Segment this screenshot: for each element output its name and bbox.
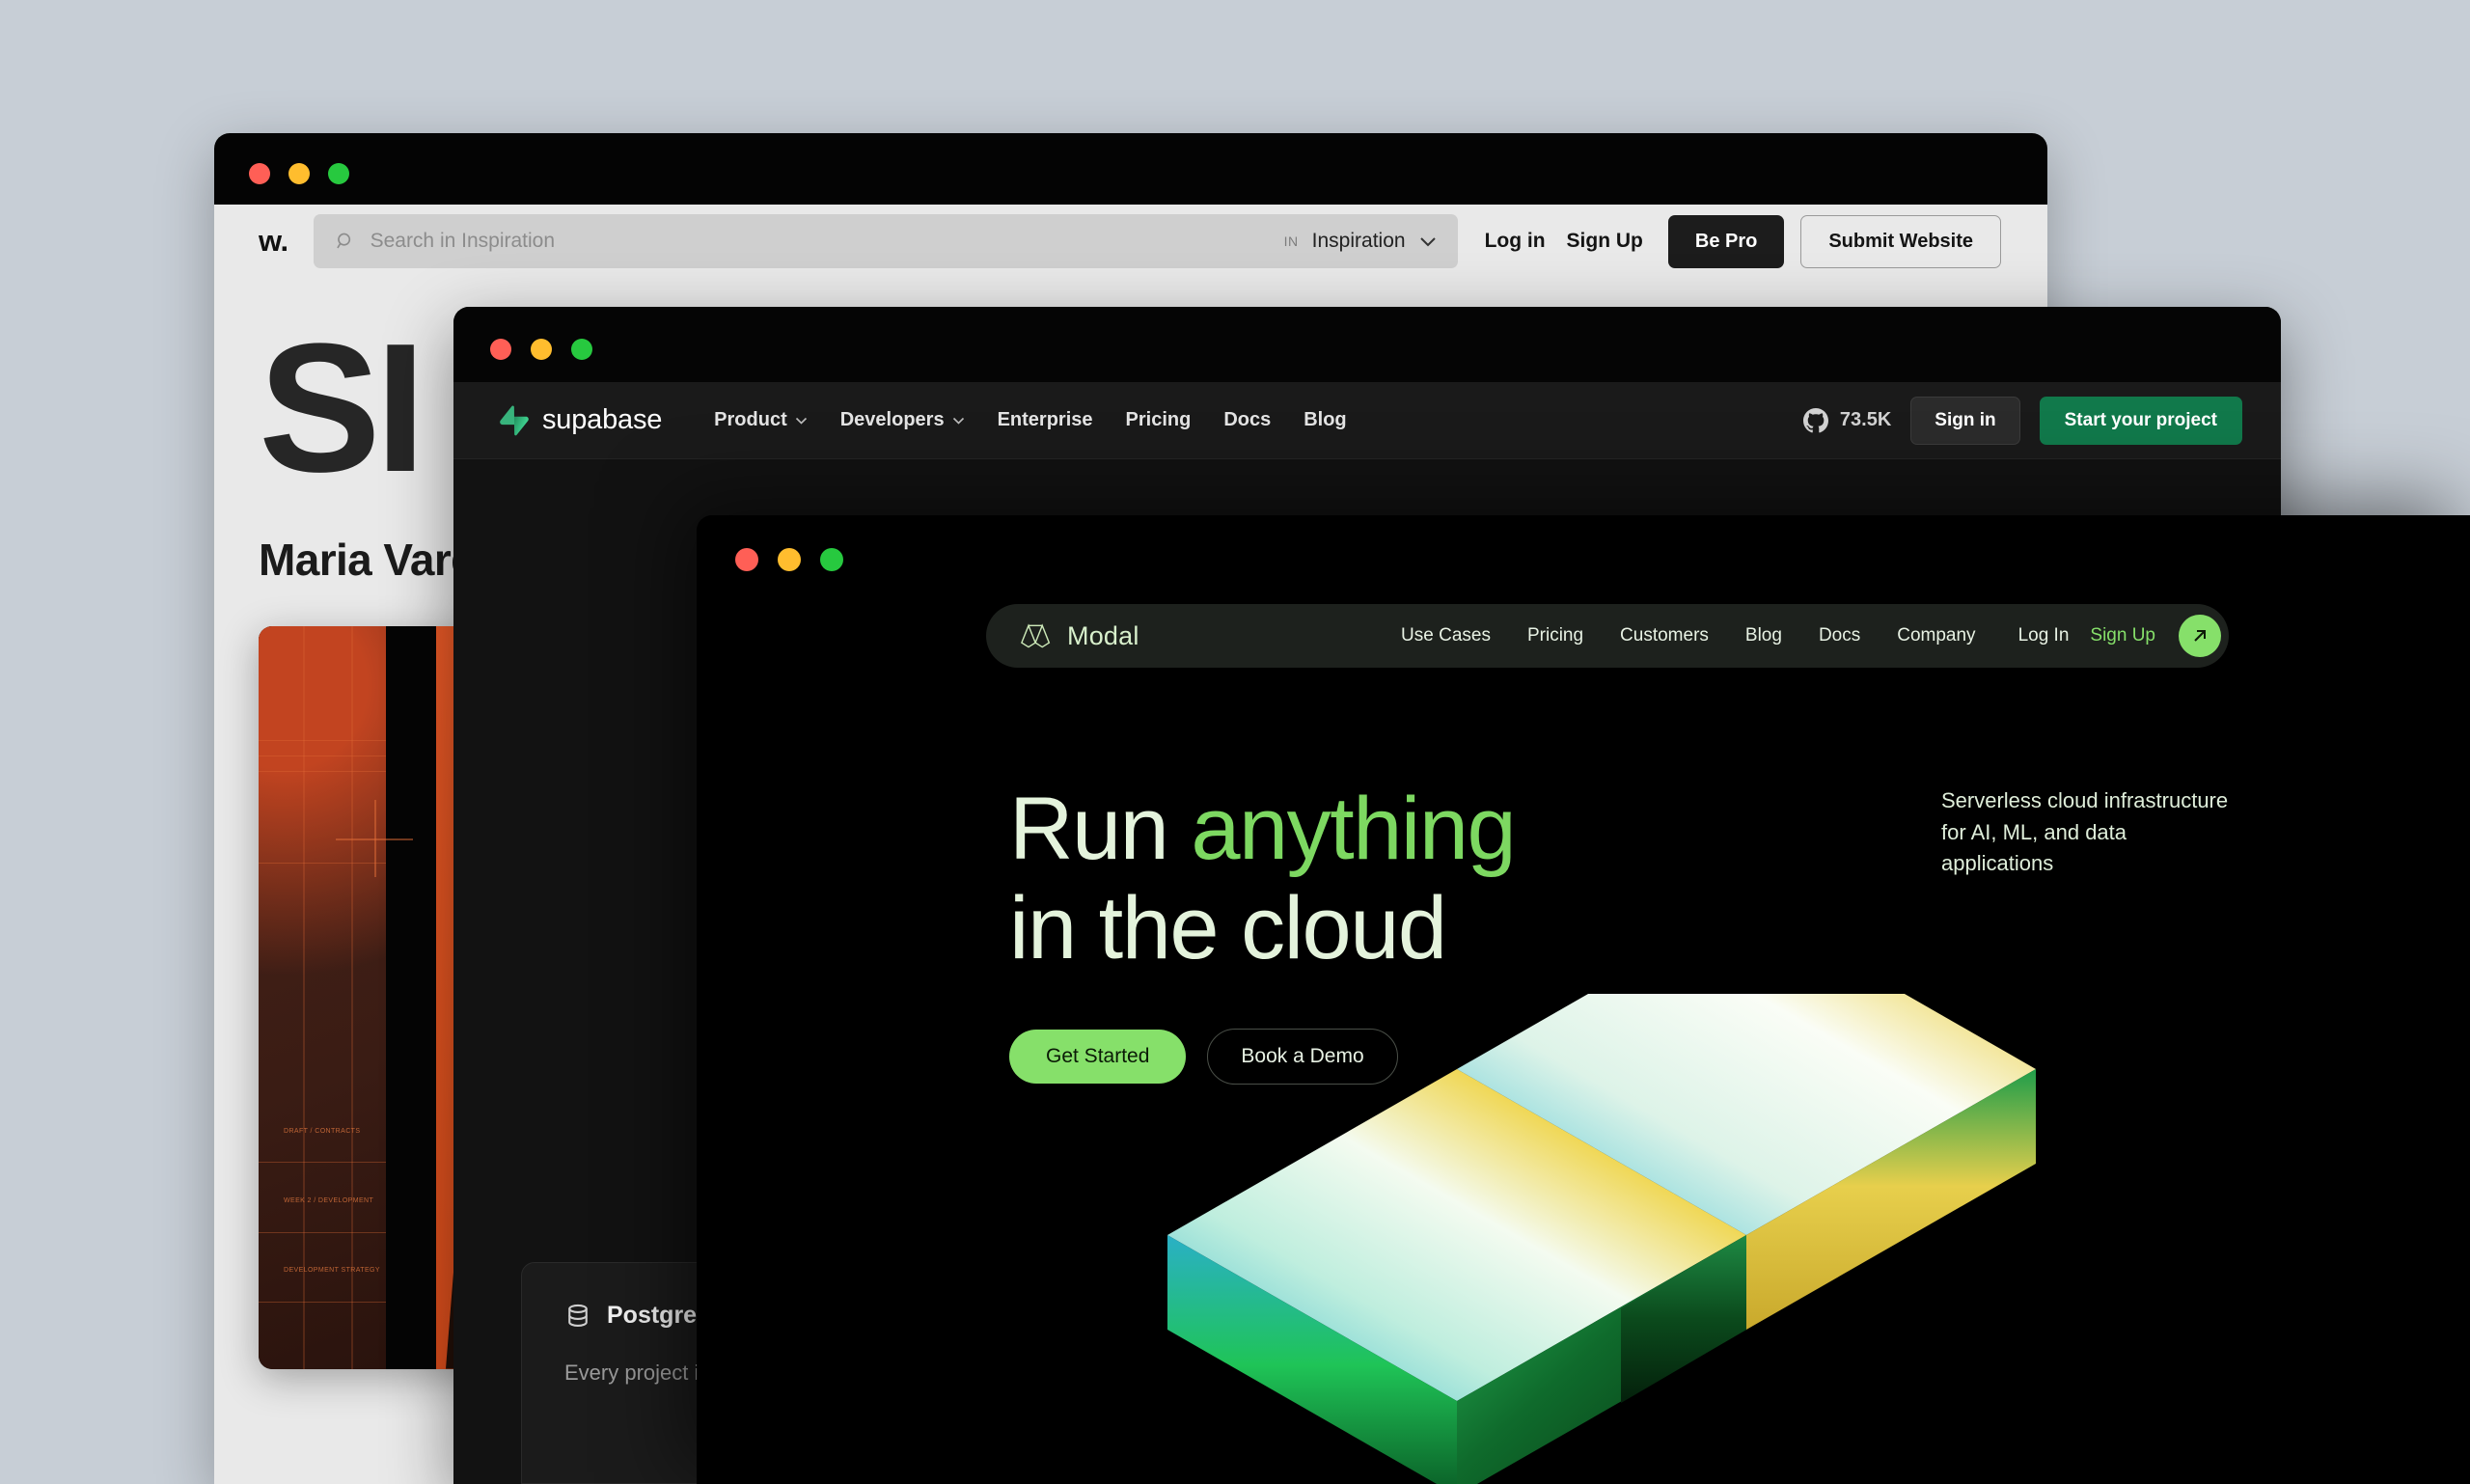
supabase-nav-actions: 73.5K Sign in Start your project <box>1802 396 2242 445</box>
gallery-logo[interactable]: w. <box>259 224 288 259</box>
search-icon <box>336 233 350 249</box>
book-a-demo-button[interactable]: Book a Demo <box>1207 1029 1398 1086</box>
filter-dropdown[interactable]: IN Inspiration <box>1266 214 1458 268</box>
sign-in-button[interactable]: Sign in <box>1910 396 2020 445</box>
supabase-traffic-lights <box>490 339 592 360</box>
arrow-up-right-icon <box>2194 630 2206 642</box>
filter-prefix: IN <box>1283 234 1299 249</box>
database-icon <box>568 1304 588 1327</box>
nav-item-docs[interactable]: Docs <box>1819 625 1860 646</box>
nav-item-pricing[interactable]: Pricing <box>1527 625 1583 646</box>
close-button-red[interactable] <box>249 163 270 184</box>
modal-nav-wrapper: Modal Use Cases Pricing Customers Blog D… <box>697 591 2470 668</box>
modal-brand[interactable]: Modal <box>1019 620 1139 651</box>
supabase-brand[interactable]: supabase <box>500 404 662 437</box>
search-input[interactable]: Search in Inspiration <box>313 214 1275 268</box>
minimize-button-yellow[interactable] <box>778 548 801 571</box>
maximize-button-green[interactable] <box>820 548 843 571</box>
modal-titlebar[interactable] <box>697 515 2470 591</box>
modal-hero: Run anything in the cloud Serverless clo… <box>697 668 2470 1086</box>
window-modal[interactable]: Modal Use Cases Pricing Customers Blog D… <box>697 515 2470 1484</box>
nav-item-blog[interactable]: Blog <box>1304 409 1346 431</box>
hero-line2: in the cloud <box>1009 879 1447 978</box>
start-your-project-button[interactable]: Start your project <box>2039 396 2242 445</box>
hero-line1-prefix: Run <box>1009 780 1192 878</box>
nav-item-pricing[interactable]: Pricing <box>1126 409 1192 431</box>
gallery-traffic-lights <box>249 163 349 184</box>
chevron-down-icon <box>1419 236 1436 246</box>
hero-headline: Run anything in the cloud <box>1009 780 2470 978</box>
search-placeholder: Search in Inspiration <box>370 230 556 252</box>
signup-link[interactable]: Sign Up <box>1567 230 1643 253</box>
submit-website-button[interactable]: Submit Website <box>1800 214 2001 268</box>
card-tick-label: DEVELOPMENT STRATEGY <box>284 1266 380 1274</box>
nav-item-use-cases[interactable]: Use Cases <box>1401 625 1491 646</box>
be-pro-button[interactable]: Be Pro <box>1667 214 1785 268</box>
sign-up-arrow-button[interactable] <box>2179 615 2221 657</box>
modal-auth-actions: Log In Sign Up <box>2018 615 2221 657</box>
log-in-link[interactable]: Log In <box>2018 625 2070 646</box>
close-button-red[interactable] <box>735 548 758 571</box>
get-started-button[interactable]: Get Started <box>1009 1030 1187 1085</box>
modal-navbar: Modal Use Cases Pricing Customers Blog D… <box>986 604 2229 668</box>
modal-nav-links: Use Cases Pricing Customers Blog Docs Co… <box>1401 625 1976 646</box>
filter-selected-value: Inspiration <box>1311 230 1406 252</box>
nav-item-blog[interactable]: Blog <box>1745 625 1782 646</box>
sign-up-link[interactable]: Sign Up <box>2090 625 2155 646</box>
github-star-count: 73.5K <box>1839 409 1892 430</box>
supabase-nav-links: Product Developers Enterprise Pricing Do… <box>714 409 1346 431</box>
hero-cta-group: Get Started Book a Demo <box>1009 1029 2470 1086</box>
minimize-button-yellow[interactable] <box>531 339 552 360</box>
nav-item-company[interactable]: Company <box>1897 625 1975 646</box>
nav-item-enterprise[interactable]: Enterprise <box>998 409 1093 431</box>
gallery-auth-links: Log in Sign Up <box>1485 230 1643 253</box>
card-divider <box>386 625 436 1369</box>
nav-item-product[interactable]: Product <box>714 409 808 431</box>
maximize-button-green[interactable] <box>571 339 592 360</box>
card-tick-label: DRAFT / CONTRACTS <box>284 1127 361 1135</box>
nav-item-docs[interactable]: Docs <box>1223 409 1271 431</box>
chevron-down-icon <box>952 417 964 425</box>
hero-tagline: Serverless cloud infrastructure for AI, … <box>1941 788 2229 876</box>
hero-line1-accent: anything <box>1191 780 1516 878</box>
nav-item-customers[interactable]: Customers <box>1620 625 1709 646</box>
gallery-titlebar[interactable] <box>214 133 2047 205</box>
card-schematic-panel: DRAFT / CONTRACTS WEEK 2 / DEVELOPMENT D… <box>259 625 413 1369</box>
close-button-red[interactable] <box>490 339 511 360</box>
github-icon <box>1802 407 1828 432</box>
nav-item-developers[interactable]: Developers <box>840 409 965 431</box>
supabase-bolt-icon <box>500 405 529 435</box>
chevron-down-icon <box>795 417 807 425</box>
modal-wordmark: Modal <box>1067 620 1139 650</box>
gallery-toolbar: w. Search in Inspiration IN Inspiration … <box>214 205 2047 278</box>
supabase-titlebar[interactable] <box>453 307 2281 382</box>
github-stars[interactable]: 73.5K <box>1802 407 1892 433</box>
supabase-wordmark: supabase <box>542 404 663 435</box>
modal-logo-icon <box>1021 623 1051 648</box>
login-link[interactable]: Log in <box>1485 230 1546 253</box>
modal-traffic-lights <box>735 548 843 571</box>
supabase-navbar: supabase Product Developers Enterprise P… <box>453 382 2281 459</box>
maximize-button-green[interactable] <box>328 163 349 184</box>
minimize-button-yellow[interactable] <box>288 163 310 184</box>
card-tick-label: WEEK 2 / DEVELOPMENT <box>284 1196 374 1204</box>
